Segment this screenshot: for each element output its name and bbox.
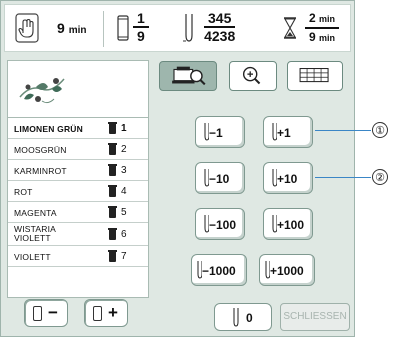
stitch-back-10-button[interactable]: −10	[195, 162, 245, 194]
stitch-forward-100-button[interactable]: +100	[263, 208, 313, 240]
stitch-forward-1-button[interactable]: +1	[263, 116, 313, 148]
stitch-progress: 345 4238	[204, 10, 236, 45]
callout-1: ①	[372, 122, 388, 138]
stitch-back-100-button[interactable]: −100	[195, 208, 245, 240]
color-panel: LIMONEN GRÜN 1 MOOSGRÜN 2 KARMINROT 3 RO…	[4, 56, 151, 335]
stitch-back-1-button[interactable]: −1	[195, 116, 245, 148]
list-item[interactable]: MOOSGRÜN 2	[8, 139, 148, 160]
embroidery-machine-screen: 9 min 1 9 345 4238 2 min 9 min LIMONEN G…	[0, 0, 355, 337]
spool-icon	[108, 122, 117, 134]
color-number: 2	[121, 144, 127, 155]
divider	[103, 11, 104, 47]
next-color-button[interactable]: +	[84, 299, 128, 327]
hand-icon	[15, 13, 39, 43]
close-button[interactable]: SCHLIESSEN	[280, 303, 350, 331]
list-item[interactable]: WISTARIA VIOLETT 6	[8, 223, 148, 246]
list-item[interactable]: KARMINROT 3	[8, 160, 148, 181]
color-number: 5	[121, 207, 127, 218]
color-number: 4	[121, 186, 127, 197]
machine-view-button[interactable]	[159, 61, 217, 91]
stitch-back-1000-button[interactable]: −1000	[191, 254, 247, 286]
spool-icon	[33, 306, 42, 321]
spool-icon	[93, 306, 102, 321]
color-number: 3	[121, 165, 127, 176]
grid-button[interactable]	[287, 61, 343, 91]
color-number: 6	[121, 229, 127, 240]
total-stitches: 4238	[204, 28, 236, 44]
spool-icon	[108, 143, 117, 155]
magnifier-plus-icon	[242, 66, 261, 85]
current-color-index: 1	[133, 10, 149, 28]
time-progress: 2 min 9 min	[305, 10, 340, 47]
spool-icon	[108, 228, 117, 240]
color-progress: 1 9	[133, 10, 149, 45]
color-name: LIMONEN GRÜN	[14, 124, 83, 134]
color-number: 1	[121, 123, 127, 134]
color-name: MAGENTA	[14, 208, 57, 218]
color-name: VIOLETT	[14, 252, 51, 262]
stitch-forward-10-button[interactable]: +10	[263, 162, 313, 194]
stitch-forward-1000-button[interactable]: +1000	[259, 254, 315, 286]
callout-line-2	[315, 177, 371, 178]
spool-icon	[108, 206, 117, 218]
grid-icon	[299, 68, 329, 83]
stitch-reset-button[interactable]: 0	[214, 303, 272, 331]
spool-icon	[108, 164, 117, 176]
status-bar: 9 min 1 9 345 4238 2 min 9 min	[4, 4, 351, 52]
spool-icon	[108, 185, 117, 197]
stitch-control-panel: −1 +1 −10 +10 −100 +100 −1000 +1000 0 SC…	[153, 56, 353, 335]
spool-icon	[108, 250, 117, 262]
current-stitch: 345	[204, 10, 236, 28]
total-sewing-time: 9 min	[57, 20, 87, 36]
color-name: KARMINROT	[14, 166, 67, 176]
thread-color-list: LIMONEN GRÜN 1 MOOSGRÜN 2 KARMINROT 3 RO…	[7, 118, 149, 298]
previous-color-button[interactable]: −	[24, 299, 68, 327]
color-name: ROT	[14, 187, 33, 197]
zoom-button[interactable]	[229, 61, 277, 91]
time-remaining: 2	[309, 11, 316, 25]
list-item[interactable]: ROT 4	[8, 181, 148, 202]
color-name: WISTARIA VIOLETT	[14, 224, 57, 243]
total-colors: 9	[137, 28, 145, 44]
needle-icon	[183, 14, 193, 42]
list-item[interactable]: VIOLETT 7	[8, 246, 148, 267]
embroidery-preview	[7, 60, 149, 118]
color-name: MOOSGRÜN	[14, 145, 67, 155]
floral-design-image	[14, 65, 74, 113]
sewing-machine-magnifier-icon	[172, 66, 206, 86]
callout-line-1	[315, 130, 371, 131]
time-total: 9	[309, 30, 316, 44]
thread-spool-icon	[117, 15, 129, 41]
callout-2: ②	[372, 169, 388, 185]
needle-icon	[233, 308, 239, 327]
list-item[interactable]: LIMONEN GRÜN 1	[8, 118, 148, 139]
hourglass-icon	[284, 17, 296, 39]
color-number: 7	[121, 251, 127, 262]
list-item[interactable]: MAGENTA 5	[8, 202, 148, 223]
